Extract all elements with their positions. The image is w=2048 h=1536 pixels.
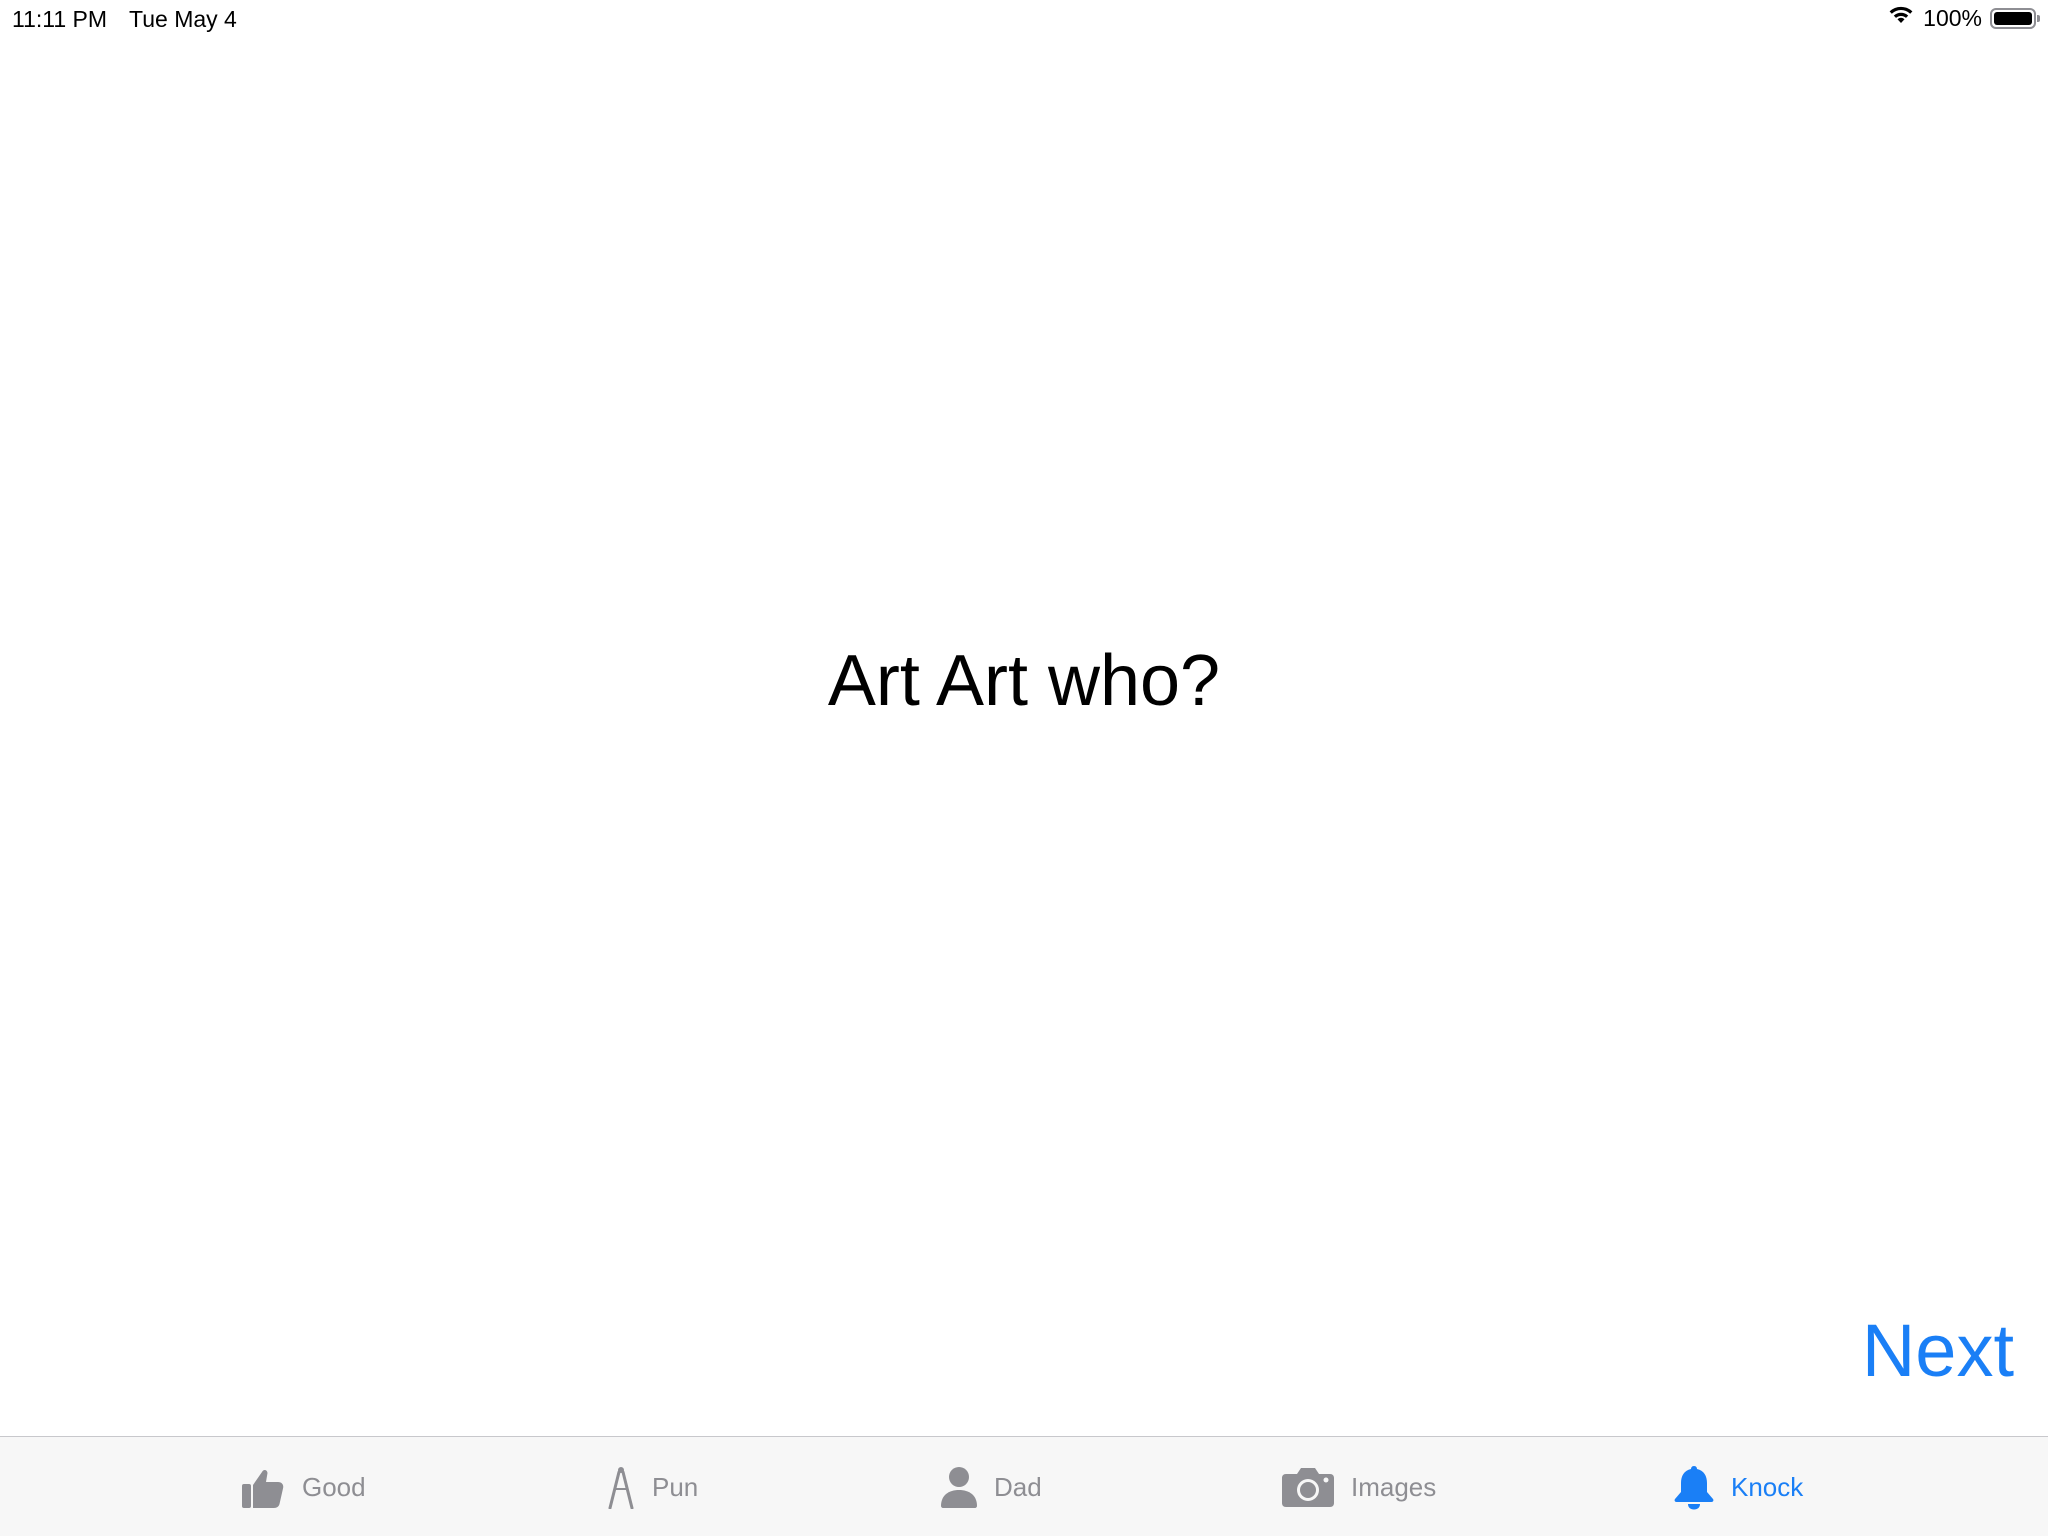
app-screen: 11:11 PM Tue May 4 100% Art Art who? Nex… [0, 0, 2048, 1536]
tab-pun-label: Pun [652, 1471, 699, 1502]
status-bar: 11:11 PM Tue May 4 100% [0, 0, 2048, 40]
status-date: Tue May 4 [129, 6, 237, 32]
battery-percent: 100% [1923, 4, 1982, 31]
tab-knock[interactable]: Knock [1673, 1437, 1803, 1536]
tab-good[interactable]: Good [240, 1437, 366, 1536]
tab-images-label: Images [1351, 1471, 1437, 1502]
battery-icon [1990, 7, 2040, 29]
tab-dad[interactable]: Dad [940, 1437, 1042, 1536]
person-icon [940, 1466, 978, 1508]
joke-text: Art Art who? [827, 641, 1221, 721]
next-button[interactable]: Next [1862, 1308, 2014, 1393]
tab-dad-label: Dad [994, 1471, 1042, 1502]
battery-fill [1994, 11, 2032, 25]
status-right: 100% [1887, 4, 2040, 32]
status-left: 11:11 PM Tue May 4 [12, 6, 237, 33]
tab-bar: Good Pun Dad Images Knock [0, 1436, 2048, 1536]
bell-icon [1673, 1464, 1715, 1510]
tab-good-label: Good [302, 1471, 366, 1502]
wifi-icon [1887, 4, 1915, 32]
tab-images[interactable]: Images [1281, 1437, 1436, 1536]
battery-nub [2037, 14, 2040, 22]
camera-icon [1281, 1466, 1335, 1508]
tab-pun[interactable]: Pun [606, 1437, 698, 1536]
status-time: 11:11 PM [12, 6, 108, 32]
compass-icon [606, 1465, 636, 1509]
thumbs-up-icon [240, 1464, 286, 1510]
tab-knock-label: Knock [1731, 1471, 1804, 1502]
